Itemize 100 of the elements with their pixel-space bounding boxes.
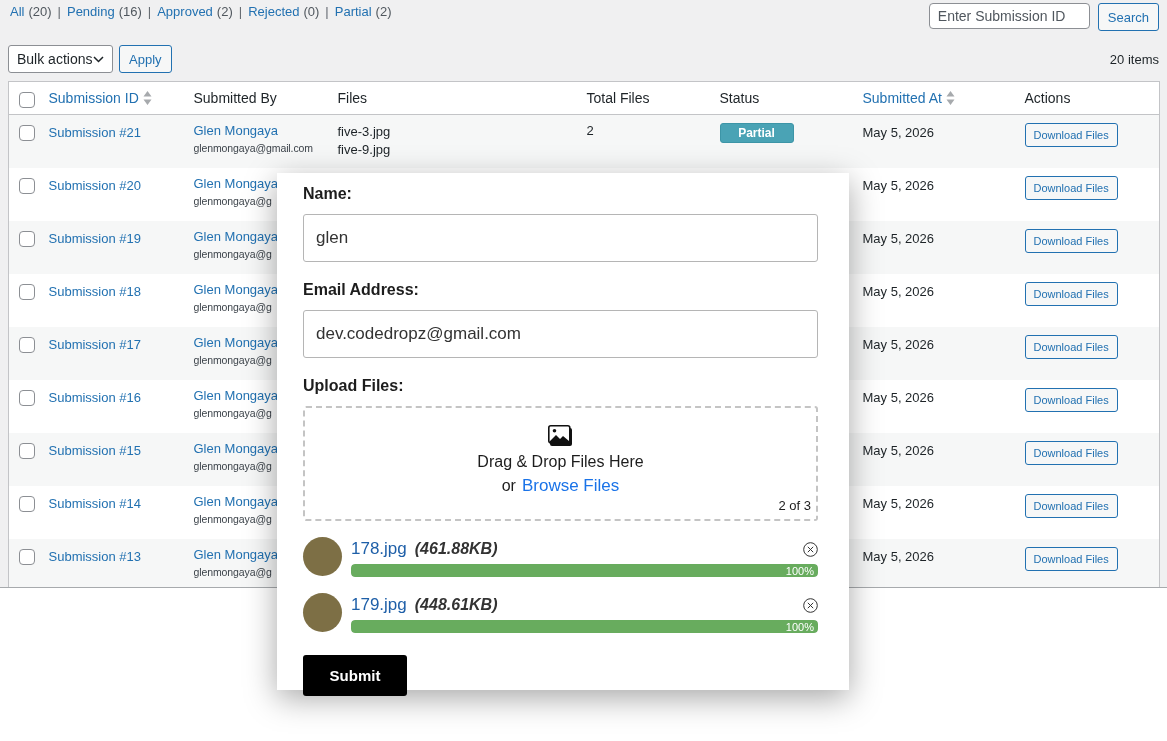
filter-link[interactable]: Rejected (248, 4, 300, 19)
submitter-link[interactable]: Glen Mongaya (193, 123, 279, 138)
bulk-actions-dropdown[interactable]: Bulk actions (8, 45, 113, 73)
download-files-button[interactable]: Download Files (1024, 387, 1118, 412)
field-label: Email Address: (303, 280, 420, 300)
submitted-date: May 5, 2026 (862, 389, 935, 405)
filter-count: (0) (303, 4, 320, 19)
submission-link[interactable]: Submission #16 (48, 389, 141, 405)
file-counter: 2 of 3 (778, 498, 811, 513)
submitter-link[interactable]: Glen Mongaya (193, 546, 279, 562)
apply-button[interactable]: Apply (119, 45, 172, 73)
file-name[interactable]: 179.jpg (351, 595, 407, 614)
field-label: Name: (303, 184, 353, 204)
chevron-down-icon (93, 55, 104, 63)
download-files-button[interactable]: Download Files (1024, 493, 1118, 518)
download-files-button[interactable]: Download Files (1024, 334, 1118, 359)
file-name: five-3.jpg (337, 123, 392, 141)
image-icon (548, 425, 573, 447)
submission-link[interactable]: Submission #20 (48, 177, 141, 193)
checkbox[interactable] (19, 177, 35, 194)
submitter-link[interactable]: Glen Mongaya (193, 228, 279, 244)
submitted-date: May 5, 2026 (862, 125, 935, 140)
filter-count: (2) (375, 4, 392, 19)
search-button[interactable]: Search (1097, 3, 1159, 31)
submission-link[interactable]: Submission #18 (48, 283, 141, 299)
field-label: Upload Files: (303, 376, 405, 396)
filter-link[interactable]: Pending (66, 4, 115, 19)
download-files-button[interactable]: Download Files (1024, 123, 1118, 147)
column-header: Status (719, 90, 760, 106)
submission-link[interactable]: Submission #13 (48, 548, 141, 564)
submission-link[interactable]: Submission #15 (48, 442, 141, 458)
filter-link[interactable]: Approved (157, 4, 213, 19)
submitter-link[interactable]: Glen Mongaya (193, 387, 279, 403)
checkbox[interactable] (19, 283, 35, 300)
remove-icon[interactable] (803, 541, 818, 557)
status-badge: Partial (719, 123, 794, 143)
column-header: Submitted By (193, 90, 277, 106)
download-files-button[interactable]: Download Files (1024, 228, 1118, 253)
submitted-date: May 5, 2026 (862, 177, 935, 193)
submission-id-search-field[interactable]: Enter Submission ID (928, 3, 1090, 29)
column-header: Total Files (586, 90, 650, 106)
browse-files-link[interactable]: Browse Files (521, 476, 620, 496)
photo-thumbnail (303, 593, 342, 632)
checkbox[interactable] (19, 230, 35, 247)
submit-button[interactable]: Submit (303, 655, 407, 696)
checkbox[interactable] (19, 125, 35, 141)
submission-link[interactable]: Submission #14 (48, 495, 141, 511)
drop-zone[interactable]: Drag & Drop Files Here or Browse Files 2 of 3 (303, 406, 818, 521)
checkbox[interactable] (19, 548, 35, 565)
submitted-date: May 5, 2026 (862, 283, 935, 299)
submitter-link[interactable]: Glen Mongaya (193, 175, 279, 191)
filter-link[interactable]: Partial (334, 4, 372, 19)
submitter-email: glenmongaya@g (193, 459, 273, 472)
file-size: (461.88KB) (414, 540, 498, 557)
file-name: five-9.jpg (337, 141, 392, 159)
submitter-link[interactable]: Glen Mongaya (193, 440, 279, 456)
submission-link[interactable]: Submission #21 (48, 125, 141, 140)
progress-percent: 100% (785, 620, 814, 633)
separator: | (325, 4, 329, 19)
checkbox[interactable] (19, 92, 35, 108)
download-files-button[interactable]: Download Files (1024, 440, 1118, 465)
filter-count: (2) (216, 4, 233, 19)
submitted-date: May 5, 2026 (862, 495, 935, 511)
submitted-date: May 5, 2026 (862, 336, 935, 352)
checkbox[interactable] (19, 389, 35, 406)
submitter-email: glenmongaya@g (193, 300, 273, 313)
file-name[interactable]: 178.jpg (351, 539, 407, 558)
submitter-link[interactable]: Glen Mongaya (193, 493, 279, 509)
separator: | (57, 4, 61, 19)
submitter-email: glenmongaya@g (193, 565, 273, 578)
column-header[interactable]: Submission ID (48, 90, 139, 106)
remove-icon[interactable] (803, 597, 818, 613)
checkbox[interactable] (19, 336, 35, 353)
submitter-email: glenmongaya@g (193, 406, 273, 419)
submitter-email: glenmongaya@g (193, 194, 273, 207)
submitter-email: glenmongaya@g (193, 247, 273, 260)
submission-link[interactable]: Submission #19 (48, 230, 141, 246)
filter-count: (16) (118, 4, 142, 19)
submitted-date: May 5, 2026 (862, 548, 935, 564)
download-files-button[interactable]: Download Files (1024, 175, 1118, 200)
checkbox[interactable] (19, 495, 35, 512)
item-count: 20 items (1109, 51, 1159, 67)
submitter-link[interactable]: Glen Mongaya (193, 281, 279, 297)
column-header: Files (337, 90, 368, 106)
or-text: or (501, 477, 516, 495)
filter-link[interactable]: All (10, 4, 25, 19)
text-field[interactable]: dev.codedropz@gmail.com (303, 310, 818, 358)
download-files-button[interactable]: Download Files (1024, 281, 1118, 306)
submitted-date: May 5, 2026 (862, 442, 935, 458)
submitter-link[interactable]: Glen Mongaya (193, 334, 279, 350)
download-files-button[interactable]: Download Files (1024, 546, 1118, 571)
submission-link[interactable]: Submission #17 (48, 336, 141, 352)
checkbox[interactable] (19, 442, 35, 459)
submitter-email: glenmongaya@g (193, 353, 273, 366)
text-field[interactable]: glen (303, 214, 818, 262)
submitter-email: glenmongaya@g (193, 512, 273, 525)
photo-thumbnail (303, 537, 342, 576)
column-header[interactable]: Submitted At (862, 90, 942, 106)
submitted-date: May 5, 2026 (862, 230, 935, 246)
filter-count: (20) (28, 4, 52, 19)
